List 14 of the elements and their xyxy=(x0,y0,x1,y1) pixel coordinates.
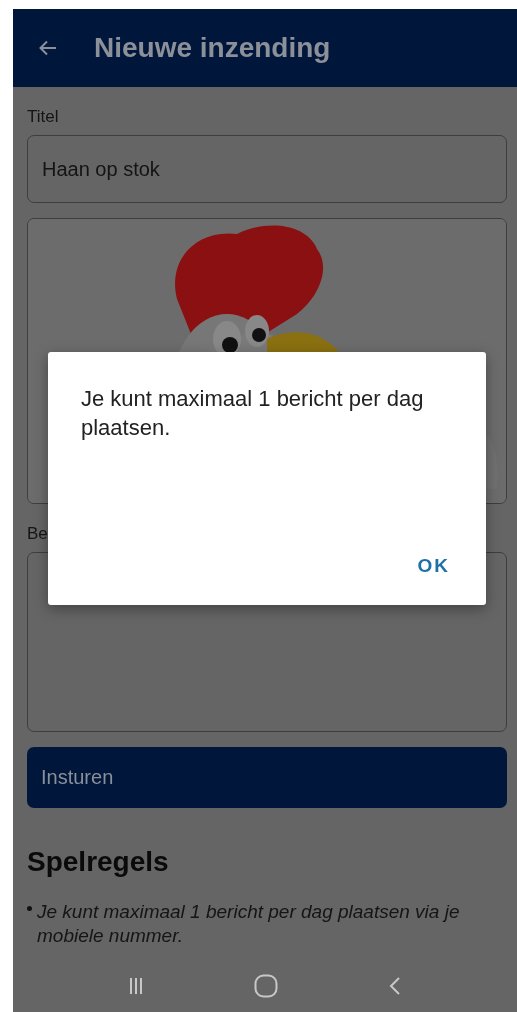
submit-button[interactable]: Insturen xyxy=(27,747,507,808)
field-label: Titel xyxy=(27,107,59,128)
ok-button[interactable]: OK xyxy=(411,551,456,581)
screen-title: Nieuwe inzending xyxy=(94,32,331,64)
section-heading: Spelregels xyxy=(27,846,169,878)
rule-text: Je kunt maximaal 1 bericht per dag plaatsen via je mobiele nummer. xyxy=(37,900,461,948)
back-arrow-icon[interactable] xyxy=(38,38,58,58)
bullet-icon xyxy=(27,906,32,911)
recent-apps-icon[interactable] xyxy=(128,977,143,995)
home-icon[interactable] xyxy=(254,974,278,998)
back-icon[interactable] xyxy=(389,976,402,996)
dialog-message: Je kunt maximaal 1 bericht per dag plaatsen. xyxy=(81,385,425,442)
field-label: Be xyxy=(27,524,48,545)
title-field[interactable]: Haan op stok xyxy=(27,135,507,203)
